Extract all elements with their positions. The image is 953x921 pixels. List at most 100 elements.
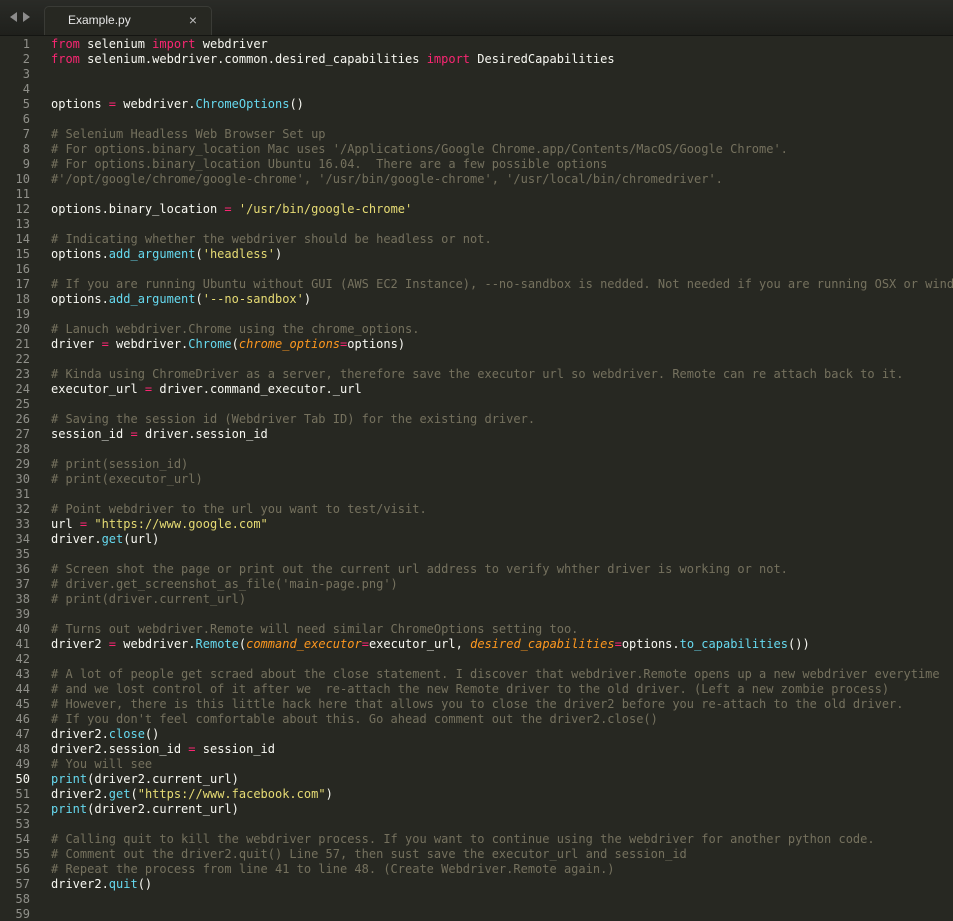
code-token: selenium [79,36,153,51]
code-line[interactable]: 50 print(driver2.current_url) [0,771,953,786]
code-line[interactable]: 9 # For options.binary_location Ubuntu 16… [0,156,953,171]
code-line[interactable]: 49 # You will see [0,756,953,771]
code-line[interactable]: 3 [0,66,953,81]
code-token: chrome_options [238,336,341,351]
code-line[interactable]: 51 driver2.get("https://www.facebook.com"… [0,786,953,801]
code-text: # Saving the session id (Webdriver Tab I… [51,412,535,426]
line-number: 57 [15,876,30,891]
code-line[interactable]: 53 [0,816,953,831]
code-line[interactable]: 34 driver.get(url) [0,531,953,546]
code-line[interactable]: 47 driver2.close() [0,726,953,741]
code-line[interactable]: 36 # Screen shot the page or print out th… [0,561,953,576]
code-line[interactable]: 4 [0,81,953,96]
code-token: '/usr/bin/google-chrome' [238,201,413,216]
code-line[interactable]: 2 from selenium.webdriver.common.desired_… [0,51,953,66]
code-line[interactable]: 16 [0,261,953,276]
code-text: from selenium import webdriver [51,37,268,51]
code-line[interactable]: 24 executor_url = driver.command_executor… [0,381,953,396]
line-number: 32 [15,501,30,516]
code-line[interactable]: 29 # print(session_id) [0,456,953,471]
code-line[interactable]: 27 session_id = driver.session_id [0,426,953,441]
code-line[interactable]: 28 [0,441,953,456]
code-token: 'headless' [202,246,275,261]
code-line[interactable]: 58 [0,891,953,906]
code-token: = [130,426,138,441]
code-line[interactable]: 59 [0,906,953,921]
code-line[interactable]: 15 options.add_argument('headless') [0,246,953,261]
code-token: url [51,516,80,531]
tab-example-py[interactable]: Example.py × [44,6,212,35]
code-line[interactable]: 26 # Saving the session id (Webdriver Tab… [0,411,953,426]
code-line[interactable]: 52 print(driver2.current_url) [0,801,953,816]
code-line[interactable]: 25 [0,396,953,411]
code-token: "https://www.google.com" [94,516,268,531]
code-line[interactable]: 45 # However, there is this little hack h… [0,696,953,711]
code-line[interactable]: 7 # Selenium Headless Web Browser Set up [0,126,953,141]
code-token: "https://www.facebook.com" [137,786,326,801]
code-line[interactable]: 38 # print(driver.current_url) [0,591,953,606]
code-token: # Screen shot the page or print out the … [51,561,788,576]
code-token: ()) [788,636,810,651]
code-line[interactable]: 20 # Lanuch webdriver.Chrome using the ch… [0,321,953,336]
code-text: # Point webdriver to the url you want to… [51,502,427,516]
code-line[interactable]: 6 [0,111,953,126]
line-number: 37 [15,576,30,591]
code-line[interactable]: 32 # Point webdriver to the url you want … [0,501,953,516]
code-line[interactable]: 19 [0,306,953,321]
code-line[interactable]: 56 # Repeat the process from line 41 to l… [0,861,953,876]
code-line[interactable]: 17 # If you are running Ubuntu without GU… [0,276,953,291]
code-line[interactable]: 23 # Kinda using ChromeDriver as a server… [0,366,953,381]
code-line[interactable]: 18 options.add_argument('--no-sandbox') [0,291,953,306]
code-line[interactable]: 54 # Calling quit to kill the webdriver p… [0,831,953,846]
code-token: driver2. [51,876,109,891]
code-line[interactable]: 13 [0,216,953,231]
code-editor[interactable]: 1 from selenium import webdriver 2 from sel… [0,36,953,921]
code-line[interactable]: 39 [0,606,953,621]
code-line[interactable]: 35 [0,546,953,561]
code-line[interactable]: 41 driver2 = webdriver.Remote(command_exe… [0,636,953,651]
code-text: driver2.session_id = session_id [51,742,275,756]
code-line[interactable]: 5 options = webdriver.ChromeOptions() [0,96,953,111]
triangle-left-icon[interactable] [10,12,17,22]
code-line[interactable]: 37 # driver.get_screenshot_as_file('main-… [0,576,953,591]
code-line[interactable]: 40 # Turns out webdriver.Remote will need… [0,621,953,636]
code-line[interactable]: 11 [0,186,953,201]
code-token: = [614,636,622,651]
code-line[interactable]: 55 # Comment out the driver2.quit() Line … [0,846,953,861]
code-line[interactable]: 31 [0,486,953,501]
code-text: # For options.binary_location Mac uses '… [51,142,788,156]
code-line[interactable]: 33 url = "https://www.google.com" [0,516,953,531]
code-line[interactable]: 44 # and we lost control of it after we r… [0,681,953,696]
code-line[interactable]: 30 # print(executor_url) [0,471,953,486]
code-token: ( [231,336,239,351]
code-line[interactable]: 12 options.binary_location = '/usr/bin/go… [0,201,953,216]
code-token: selenium.webdriver.common.desired_capabi… [79,51,427,66]
code-line[interactable]: 57 driver2.quit() [0,876,953,891]
code-token: = [224,201,232,216]
code-token: Chrome [188,336,232,351]
code-line[interactable]: 1 from selenium import webdriver [0,36,953,51]
code-token: executor_url [51,381,145,396]
code-line[interactable]: 14 # Indicating whether the webdriver sho… [0,231,953,246]
code-token: #'/opt/google/chrome/google-chrome', '/u… [51,171,723,186]
line-number: 11 [15,186,30,201]
code-line[interactable]: 22 [0,351,953,366]
code-token: driver2. [51,726,109,741]
code-text: driver.get(url) [51,532,159,546]
triangle-right-icon[interactable] [23,12,30,22]
line-number: 55 [15,846,30,861]
line-number: 4 [22,81,30,96]
code-line[interactable]: 21 driver = webdriver.Chrome(chrome_optio… [0,336,953,351]
code-text: # Selenium Headless Web Browser Set up [51,127,326,141]
code-line[interactable]: 43 # A lot of people get scraed about the… [0,666,953,681]
close-icon[interactable]: × [189,12,197,28]
code-line[interactable]: 42 [0,651,953,666]
code-line[interactable]: 46 # If you don't feel comfortable about … [0,711,953,726]
code-token: # Repeat the process from line 41 to lin… [51,861,615,876]
line-number: 21 [15,336,30,351]
code-line[interactable]: 48 driver2.session_id = session_id [0,741,953,756]
line-number: 9 [22,156,30,171]
code-line[interactable]: 10 #'/opt/google/chrome/google-chrome', '… [0,171,953,186]
line-number: 52 [15,801,30,816]
code-line[interactable]: 8 # For options.binary_location Mac uses … [0,141,953,156]
